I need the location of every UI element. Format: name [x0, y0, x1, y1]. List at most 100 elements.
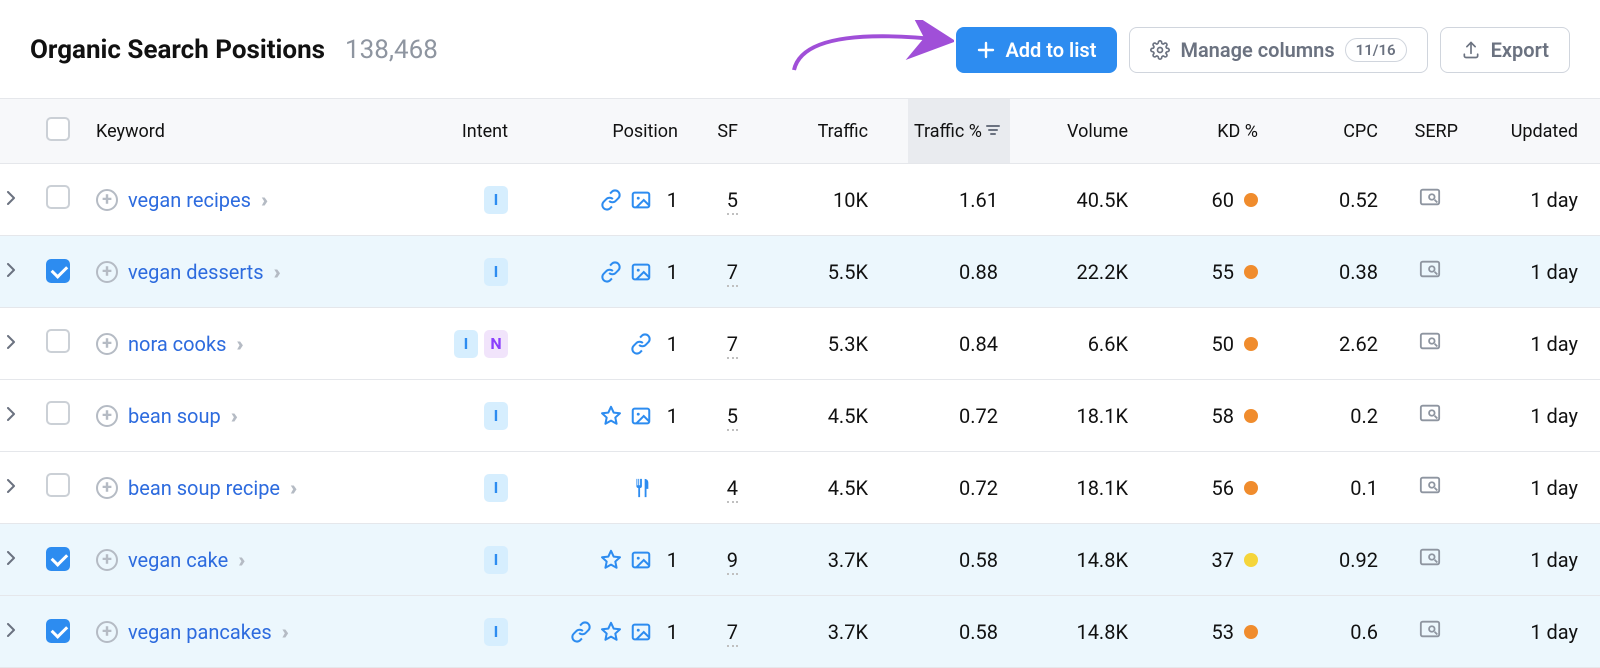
col-kd[interactable]: KD %: [1211, 121, 1270, 142]
add-keyword-button[interactable]: +: [96, 405, 118, 427]
row-checkbox[interactable]: [46, 547, 70, 571]
sf-value[interactable]: 7: [727, 260, 738, 287]
serp-cell[interactable]: [1390, 546, 1470, 573]
serp-icon: [1417, 474, 1443, 501]
volume-cell: 22.2K: [1070, 260, 1140, 284]
table-row: + vegan pancakes ›› I 1 7 3.7K 0.58 14.8…: [0, 596, 1600, 668]
chevron-double-icon: ››: [282, 620, 284, 644]
page-title: Organic Search Positions: [30, 35, 325, 65]
kd-value: 58: [1212, 404, 1234, 428]
keyword-link[interactable]: vegan cake: [128, 548, 228, 572]
table-header: Keyword Intent Position SF Traffic Traff…: [0, 98, 1600, 164]
row-checkbox[interactable]: [46, 185, 70, 209]
expand-row-button[interactable]: [0, 190, 40, 209]
col-position[interactable]: Position: [606, 121, 690, 142]
serp-cell[interactable]: [1390, 186, 1470, 213]
chevron-double-icon: ››: [261, 188, 263, 212]
expand-row-button[interactable]: [0, 550, 40, 569]
add-keyword-button[interactable]: +: [96, 333, 118, 355]
expand-row-button[interactable]: [0, 478, 40, 497]
position-value: 1: [660, 620, 678, 644]
volume-cell: 14.8K: [1070, 620, 1140, 644]
serp-cell[interactable]: [1390, 402, 1470, 429]
add-keyword-button[interactable]: +: [96, 477, 118, 499]
add-keyword-button[interactable]: +: [96, 549, 118, 571]
col-volume[interactable]: Volume: [1061, 121, 1140, 142]
export-button[interactable]: Export: [1440, 27, 1570, 73]
sf-value[interactable]: 7: [727, 620, 738, 647]
row-checkbox[interactable]: [46, 619, 70, 643]
image-icon: [630, 621, 652, 643]
col-traffic-pct[interactable]: Traffic %: [908, 99, 1010, 163]
kd-value: 53: [1212, 620, 1234, 644]
position-cell: 1: [624, 332, 690, 356]
expand-row-button[interactable]: [0, 262, 40, 281]
col-sf[interactable]: SF: [711, 121, 750, 142]
select-all-checkbox[interactable]: [46, 117, 70, 141]
col-updated[interactable]: Updated: [1505, 121, 1590, 142]
expand-row-button[interactable]: [0, 406, 40, 425]
intent-badge-i: I: [484, 186, 508, 214]
manage-columns-button[interactable]: Manage columns 11/16: [1129, 27, 1427, 73]
keyword-link[interactable]: vegan desserts: [128, 260, 264, 284]
serp-cell[interactable]: [1390, 330, 1470, 357]
traffic-pct-cell: 1.61: [953, 188, 1010, 212]
position-cell: 1: [594, 188, 690, 212]
kd-dot-icon: [1244, 625, 1258, 639]
keyword-link[interactable]: bean soup recipe: [128, 476, 280, 500]
sf-value[interactable]: 9: [727, 548, 738, 575]
row-checkbox[interactable]: [46, 259, 70, 283]
cpc-cell: 0.1: [1344, 476, 1390, 500]
kd-dot-icon: [1244, 337, 1258, 351]
col-serp[interactable]: SERP: [1409, 121, 1470, 142]
intent-cell: IN: [448, 330, 520, 358]
food-icon: [630, 477, 652, 499]
sf-value[interactable]: 4: [727, 476, 738, 503]
updated-cell: 1 day: [1524, 548, 1590, 572]
chevron-double-icon: ››: [290, 476, 292, 500]
row-checkbox[interactable]: [46, 401, 70, 425]
image-icon: [630, 261, 652, 283]
add-keyword-button[interactable]: +: [96, 621, 118, 643]
col-intent[interactable]: Intent: [456, 121, 520, 142]
position-value: 1: [660, 260, 678, 284]
sf-value[interactable]: 7: [727, 332, 738, 359]
sf-value[interactable]: 5: [727, 188, 738, 215]
position-value: 1: [660, 332, 678, 356]
serp-cell[interactable]: [1390, 618, 1470, 645]
expand-row-button[interactable]: [0, 334, 40, 353]
kd-dot-icon: [1244, 193, 1258, 207]
expand-row-button[interactable]: [0, 622, 40, 641]
keyword-link[interactable]: nora cooks: [128, 332, 226, 356]
kd-cell: 55: [1206, 260, 1270, 284]
position-value: 1: [660, 188, 678, 212]
position-cell: 1: [564, 620, 690, 644]
kd-cell: 50: [1206, 332, 1270, 356]
serp-cell[interactable]: [1390, 258, 1470, 285]
intent-badge-i: I: [484, 546, 508, 574]
serp-cell[interactable]: [1390, 474, 1470, 501]
kd-value: 56: [1212, 476, 1234, 500]
keyword-link[interactable]: vegan pancakes: [128, 620, 272, 644]
kd-value: 55: [1212, 260, 1234, 284]
chevron-double-icon: ››: [238, 548, 240, 572]
col-cpc[interactable]: CPC: [1337, 121, 1390, 142]
row-checkbox[interactable]: [46, 473, 70, 497]
add-keyword-button[interactable]: +: [96, 261, 118, 283]
keyword-link[interactable]: bean soup: [128, 404, 221, 428]
add-keyword-button[interactable]: +: [96, 189, 118, 211]
serp-icon: [1417, 402, 1443, 429]
intent-cell: I: [478, 546, 520, 574]
cpc-cell: 0.52: [1333, 188, 1390, 212]
kd-dot-icon: [1244, 409, 1258, 423]
col-keyword[interactable]: Keyword: [90, 121, 171, 142]
row-checkbox[interactable]: [46, 329, 70, 353]
add-to-list-button[interactable]: Add to list: [956, 27, 1117, 73]
kd-cell: 37: [1206, 548, 1270, 572]
col-traffic[interactable]: Traffic: [812, 121, 880, 142]
sf-cell: 9: [721, 548, 750, 572]
sf-value[interactable]: 5: [727, 404, 738, 431]
keyword-link[interactable]: vegan recipes: [128, 188, 251, 212]
kd-cell: 58: [1206, 404, 1270, 428]
kd-value: 50: [1212, 332, 1234, 356]
